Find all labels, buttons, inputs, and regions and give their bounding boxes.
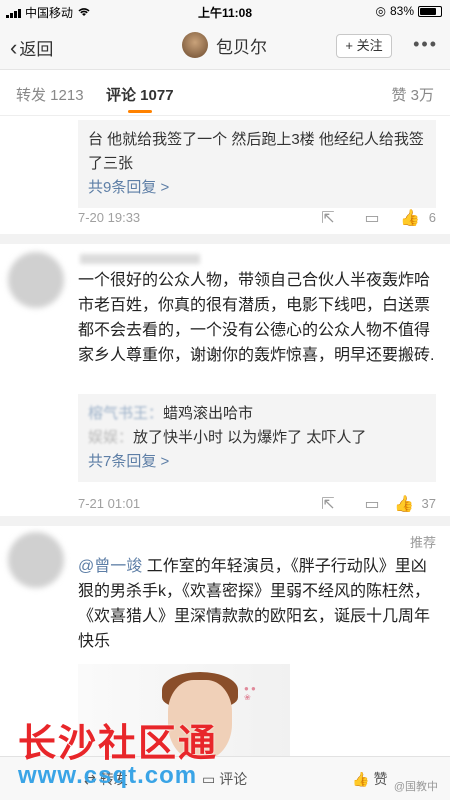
avatar[interactable] [8, 532, 64, 588]
nav-bar: ‹ 返回 包贝尔 + 关注 ••• [0, 22, 450, 70]
comment-button[interactable]: ▭ 评论 [202, 769, 247, 789]
reply-line: 娱娱：放了快半小时 以为爆炸了 太吓人了 [88, 426, 426, 450]
reply-author-blurred: 娱娱： [88, 429, 134, 446]
comment-2: 一个很好的公众人物，带领自己合伙人半夜轰炸哈市老百姓，你真的很有潜质，电影下线吧… [0, 244, 450, 516]
divider [0, 234, 450, 244]
reply-text: 放了快半小时 以为爆炸了 太吓人了 [133, 429, 367, 446]
comment-icon[interactable]: ▭ [362, 494, 382, 514]
reply-box[interactable]: 台 他就给我签了一个 然后跑上3楼 他经纪人给我签了三张 共9条回复 > [78, 120, 436, 208]
reply-box[interactable]: 榕气书王：蜡鸡滚出哈市 娱娱：放了快半小时 以为爆炸了 太吓人了 共7条回复 > [78, 394, 436, 482]
reply-text: 台 他就给我签了一个 然后跑上3楼 他经纪人给我签了三张 [88, 131, 424, 172]
divider [0, 516, 450, 526]
active-tab-indicator [128, 110, 152, 113]
tab-repost[interactable]: 转发 1213 [16, 84, 84, 105]
reply-author-blurred: 榕气书王： [88, 405, 164, 422]
comment-label: 评论 [219, 771, 248, 787]
back-label: 返回 [19, 40, 54, 59]
like-button[interactable]: 👍 赞 [352, 769, 387, 789]
comment-icon[interactable]: ▭ [362, 208, 382, 228]
battery-fill [420, 7, 437, 15]
comment-meta: 7-20 19:33 ⇱ ▭ 👍 6 [78, 208, 436, 230]
comment-icon: ▭ [202, 770, 216, 787]
user-name-blurred[interactable] [80, 254, 200, 264]
back-button[interactable]: ‹ 返回 [10, 35, 53, 60]
comment-meta: 7-21 01:01 ⇱ ▭ 👍 37 [78, 494, 436, 516]
like-count: 6 [428, 210, 436, 225]
user-name: 包贝尔 [216, 37, 267, 57]
nav-user[interactable]: 包贝尔 [182, 32, 267, 58]
share-icon[interactable]: ⇱ [318, 494, 338, 514]
tab-comments[interactable]: 评论 1077 [106, 84, 174, 105]
status-right: ◎ 83% [375, 4, 442, 18]
comment-text: 一个很好的公众人物，带领自己合伙人半夜轰炸哈市老百姓，你真的很有潜质，电影下线吧… [78, 272, 435, 364]
view-replies-link[interactable]: 共9条回复 > [88, 176, 426, 200]
comment-date: 7-21 01:01 [78, 496, 141, 511]
orientation-lock-icon: ◎ [375, 4, 386, 18]
like-icon[interactable]: 👍 [400, 208, 420, 228]
more-options-button[interactable]: ••• [413, 34, 438, 55]
comment-text: @曾一竣 工作室的年轻演员，《胖子行动队》里凶狠的男杀手k，《欢喜密探》里弱不经… [78, 554, 436, 654]
like-label: 赞 [373, 771, 388, 787]
recommend-label: 推荐 [409, 535, 436, 550]
reply-text: 蜡鸡滚出哈市 [163, 405, 254, 422]
tab-bar: 转发 1213 评论 1077 赞 3万 [0, 70, 450, 116]
avatar[interactable] [8, 252, 64, 308]
mention-link[interactable]: @曾一竣 [78, 558, 142, 575]
comment-date: 7-20 19:33 [78, 210, 141, 225]
like-icon: 👍 [352, 770, 370, 787]
battery-percent: 83% [389, 4, 414, 18]
image-decoration: ● ● ❀ [244, 684, 256, 702]
comment-1: 台 他就给我签了一个 然后跑上3楼 他经纪人给我签了三张 共9条回复 > 7-2… [0, 116, 450, 234]
like-icon[interactable]: 👍 [394, 494, 414, 514]
battery-icon [418, 5, 442, 17]
avatar [182, 32, 208, 58]
chevron-left-icon: ‹ [10, 35, 18, 60]
watermark-weibo: @国教中 [393, 781, 438, 793]
follow-button[interactable]: + 关注 [336, 34, 392, 58]
status-bar: 中国移动 上午11:08 ◎ 83% [0, 0, 450, 22]
reply-line: 榕气书王：蜡鸡滚出哈市 [88, 402, 426, 426]
view-replies-link[interactable]: 共7条回复 > [88, 450, 426, 474]
watermark-url: www.csqt.com [18, 762, 198, 789]
watermark-title: 长沙社区通 [18, 723, 219, 765]
like-count: 37 [421, 496, 436, 511]
share-icon[interactable]: ⇱ [318, 208, 338, 228]
tab-likes[interactable]: 赞 3万 [391, 84, 434, 105]
